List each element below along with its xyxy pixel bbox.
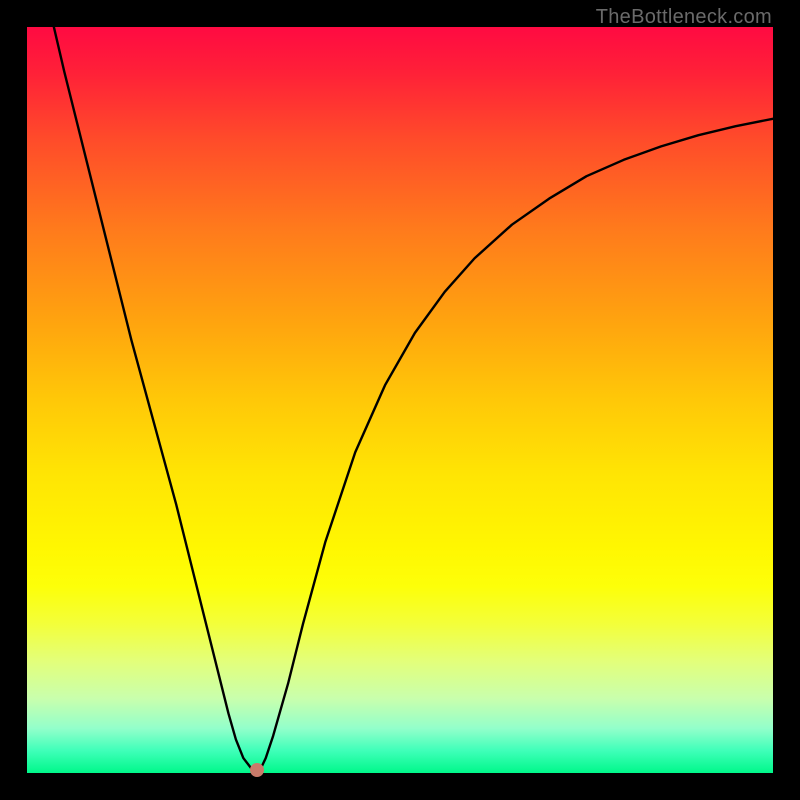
minimum-marker — [250, 763, 264, 777]
bottleneck-curve — [27, 27, 773, 773]
watermark-text: TheBottleneck.com — [596, 6, 772, 29]
chart-plot-area — [27, 27, 773, 773]
